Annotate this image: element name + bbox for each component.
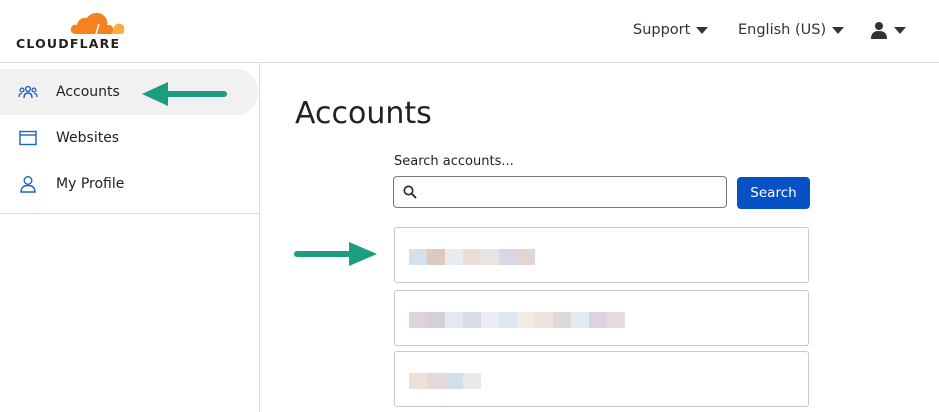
language-label: English (US) [738, 22, 827, 38]
user-icon [871, 22, 887, 39]
user-menu[interactable] [870, 21, 906, 39]
account-row[interactable] [394, 351, 809, 407]
chevron-down-icon [894, 26, 906, 34]
support-menu[interactable]: Support [633, 22, 709, 38]
sidebar-item-label: Accounts [56, 84, 120, 100]
cloudflare-logo[interactable]: CLOUDFLARE [16, 10, 126, 51]
window-icon [18, 128, 38, 148]
brand-name: CLOUDFLARE [16, 36, 121, 51]
profile-icon [18, 174, 38, 194]
search-button[interactable]: Search [737, 177, 810, 209]
redacted-account-name [409, 312, 625, 328]
cloud-icon [70, 12, 125, 35]
chevron-down-icon [832, 26, 845, 34]
sidebar-item-label: My Profile [56, 176, 125, 192]
annotation-arrow-left-icon [142, 82, 227, 106]
annotation-arrow-right-icon [294, 242, 377, 266]
search-label: Search accounts... [394, 154, 514, 169]
search-icon [403, 185, 417, 199]
search-field[interactable] [393, 176, 727, 209]
sidebar-item-label: Websites [56, 130, 120, 146]
search-input[interactable] [424, 177, 724, 209]
sidebar-item-websites[interactable]: Websites [0, 115, 259, 161]
redacted-account-name [409, 249, 535, 265]
page-title: Accounts [295, 96, 432, 131]
language-menu[interactable]: English (US) [738, 22, 845, 38]
account-row[interactable] [394, 227, 809, 283]
chevron-down-icon [696, 26, 709, 34]
redacted-account-name [409, 373, 481, 389]
top-header: CLOUDFLARE Support English (US) [0, 0, 939, 63]
accounts-icon [18, 82, 38, 102]
account-row[interactable] [394, 290, 809, 346]
sidebar: Accounts Websites My Profile [0, 63, 260, 412]
support-label: Support [633, 22, 691, 38]
sidebar-item-my-profile[interactable]: My Profile [0, 161, 259, 207]
